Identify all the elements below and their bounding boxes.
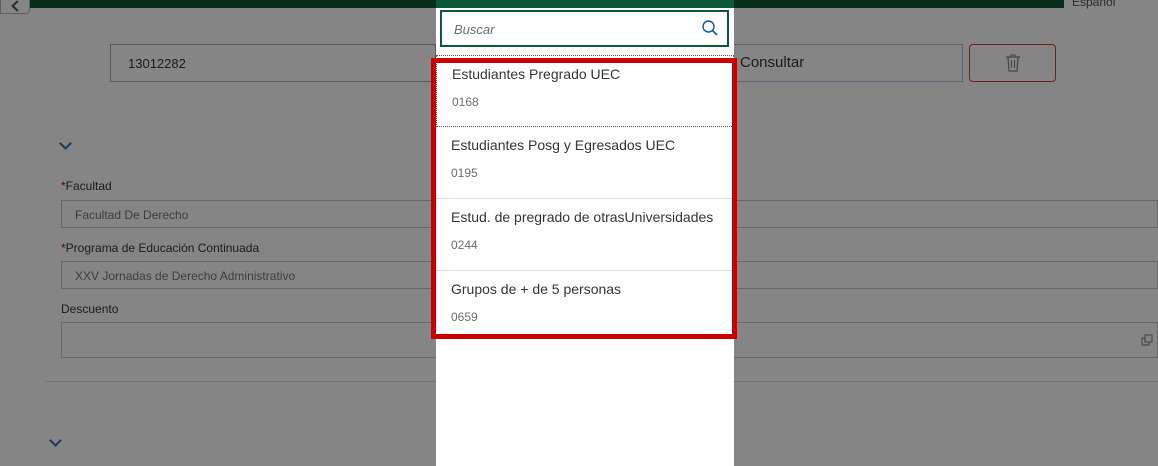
item-title: Grupos de + de 5 personas [451,281,622,297]
list-item[interactable]: Estudiantes Pregrado UEC 0168 [436,55,734,127]
item-code: 0168 [452,95,479,109]
item-title: Estudiantes Posg y Egresados UEC [451,137,676,153]
item-code: 0195 [451,166,478,180]
item-code: 0659 [451,310,478,324]
item-code: 0244 [451,238,478,252]
item-title: Estudiantes Pregrado UEC [452,66,621,82]
search-input[interactable]: Buscar [454,22,494,37]
item-title: Estud. de pregrado de otrasUniversidades [451,209,714,225]
option-list: Estudiantes Pregrado UEC 0168 Estudiante… [436,55,734,343]
list-item[interactable]: Estudiantes Posg y Egresados UEC 0195 [436,127,734,199]
value-help-dialog: Buscar Estudiantes Pregrado UEC 0168 Est… [436,8,734,466]
search-icon[interactable] [701,19,719,37]
dialog-header [436,0,734,8]
list-item[interactable]: Grupos de + de 5 personas 0659 [436,271,734,343]
list-item[interactable]: Estud. de pregrado de otrasUniversidades… [436,199,734,271]
search-field[interactable]: Buscar [440,10,729,47]
